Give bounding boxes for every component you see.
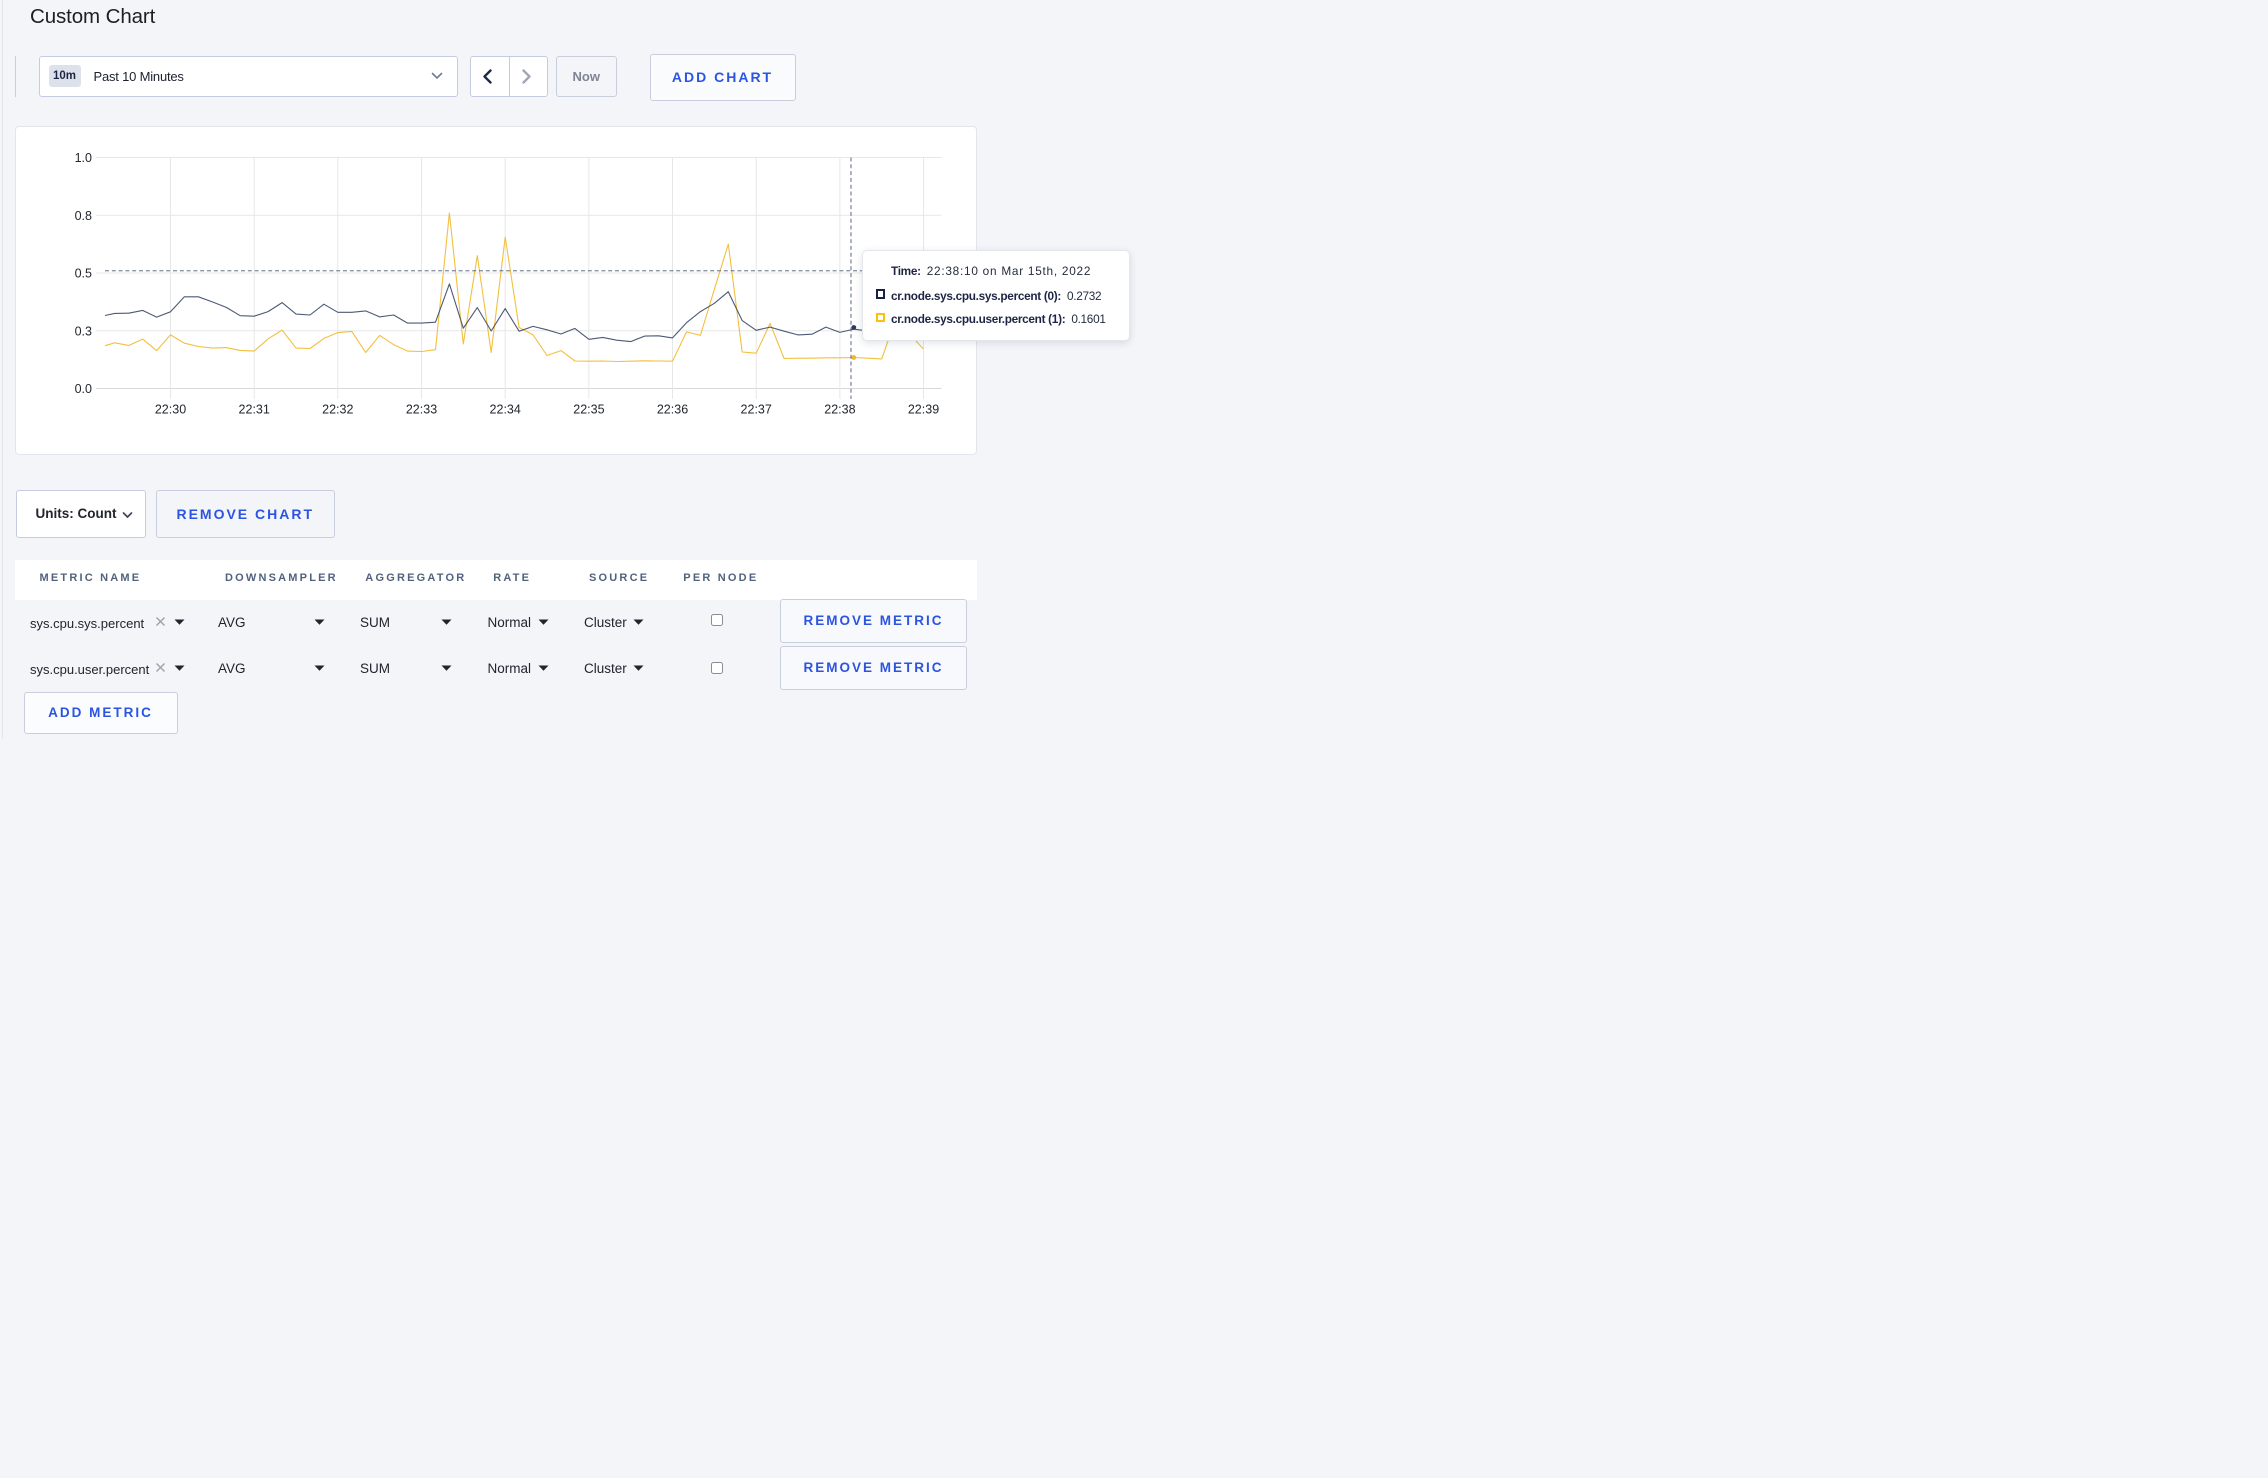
svg-text:22:39: 22:39 <box>908 403 939 417</box>
svg-text:0.5: 0.5 <box>75 267 92 281</box>
svg-text:22:30: 22:30 <box>155 403 186 417</box>
svg-text:22:35: 22:35 <box>573 403 604 417</box>
svg-text:0.3: 0.3 <box>75 324 92 338</box>
svg-text:22:31: 22:31 <box>239 403 270 417</box>
svg-text:22:32: 22:32 <box>322 403 353 417</box>
svg-text:0.8: 0.8 <box>75 209 92 223</box>
svg-text:22:37: 22:37 <box>741 403 772 417</box>
svg-text:22:36: 22:36 <box>657 403 688 417</box>
svg-text:22:34: 22:34 <box>490 403 521 417</box>
svg-text:1.0: 1.0 <box>75 151 92 165</box>
svg-text:22:33: 22:33 <box>406 403 437 417</box>
svg-text:22:38: 22:38 <box>824 403 855 417</box>
svg-text:0.0: 0.0 <box>75 382 92 396</box>
